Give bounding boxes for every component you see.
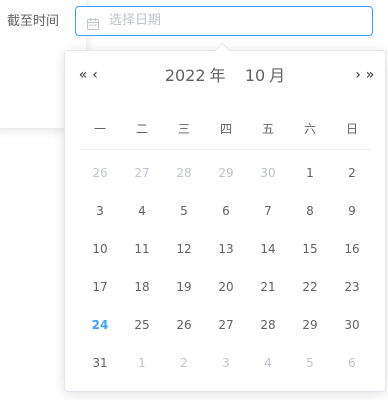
- day-cell[interactable]: 13: [205, 235, 247, 263]
- page: 截至时间 选择日期 « ‹ 2022 年 10 月 › » 一 二 三 四 五 …: [0, 0, 388, 400]
- month-label[interactable]: 10: [245, 66, 265, 85]
- day-cell[interactable]: 10: [79, 235, 121, 263]
- day-cell[interactable]: 27: [205, 311, 247, 339]
- day-cell[interactable]: 28: [247, 311, 289, 339]
- date-input[interactable]: 选择日期: [75, 6, 373, 36]
- day-cell[interactable]: 12: [163, 235, 205, 263]
- day-cell[interactable]: 2: [331, 159, 373, 187]
- weekday-label: 一: [93, 122, 106, 136]
- day-cell[interactable]: 8: [289, 197, 331, 225]
- day-cell[interactable]: 29: [205, 159, 247, 187]
- day-cell[interactable]: 19: [163, 273, 205, 301]
- form-row-deadline: 截至时间 选择日期: [0, 0, 388, 44]
- day-cell[interactable]: 29: [289, 311, 331, 339]
- month-suffix: 月: [269, 66, 286, 85]
- day-cell[interactable]: 14: [247, 235, 289, 263]
- year-label[interactable]: 2022: [165, 66, 206, 85]
- weekday-header: 一二三四五六日: [79, 121, 371, 141]
- day-cell[interactable]: 5: [163, 197, 205, 225]
- weekday-label: 二: [135, 122, 148, 136]
- day-cell[interactable]: 4: [121, 197, 163, 225]
- popup-arrow: [214, 42, 231, 59]
- day-cell[interactable]: 7: [247, 197, 289, 225]
- weekday-divider: [79, 149, 371, 150]
- day-cell[interactable]: 1: [289, 159, 331, 187]
- day-cell[interactable]: 23: [331, 273, 373, 301]
- day-cell[interactable]: 16: [331, 235, 373, 263]
- calendar-icon: [87, 15, 99, 30]
- day-cell[interactable]: 26: [79, 159, 121, 187]
- day-cell-today[interactable]: 24: [79, 311, 121, 339]
- day-cell[interactable]: 26: [163, 311, 205, 339]
- picker-header: « ‹ 2022 年 10 月 › »: [65, 61, 385, 91]
- date-input-placeholder: 选择日期: [109, 13, 162, 28]
- day-cell[interactable]: 25: [121, 311, 163, 339]
- day-cell[interactable]: 6: [331, 349, 373, 377]
- weekday-label: 五: [261, 122, 274, 136]
- day-cell[interactable]: 1: [121, 349, 163, 377]
- day-cell[interactable]: 30: [331, 311, 373, 339]
- deadline-label: 截至时间: [7, 14, 60, 29]
- next-year-button[interactable]: »: [362, 67, 378, 83]
- day-cell[interactable]: 31: [79, 349, 121, 377]
- day-cell[interactable]: 27: [121, 159, 163, 187]
- day-cell[interactable]: 9: [331, 197, 373, 225]
- year-suffix: 年: [209, 66, 226, 85]
- day-cell[interactable]: 30: [247, 159, 289, 187]
- day-cell[interactable]: 28: [163, 159, 205, 187]
- day-grid: 26 27 28 29 30 1 2 3 4 5 6 7 8 9 10 11 12 13 14 15 16 17 18 19 2…: [79, 159, 371, 389]
- day-cell[interactable]: 22: [289, 273, 331, 301]
- day-cell[interactable]: 18: [121, 273, 163, 301]
- day-cell[interactable]: 6: [205, 197, 247, 225]
- day-cell[interactable]: 2: [163, 349, 205, 377]
- day-cell[interactable]: 21: [247, 273, 289, 301]
- weekday-label: 六: [303, 122, 316, 136]
- day-cell[interactable]: 5: [289, 349, 331, 377]
- picker-title: 2022 年 10 月: [65, 67, 385, 85]
- day-cell[interactable]: 3: [205, 349, 247, 377]
- day-cell[interactable]: 11: [121, 235, 163, 263]
- day-cell[interactable]: 15: [289, 235, 331, 263]
- date-picker-popup: « ‹ 2022 年 10 月 › » 一二三四五六日 26 27 28 29 30 1 2 3 4…: [64, 42, 386, 392]
- day-cell[interactable]: 17: [79, 273, 121, 301]
- weekday-label: 三: [177, 122, 190, 136]
- weekday-label: 四: [219, 122, 232, 136]
- day-cell[interactable]: 20: [205, 273, 247, 301]
- day-cell[interactable]: 3: [79, 197, 121, 225]
- day-cell[interactable]: 4: [247, 349, 289, 377]
- weekday-label: 日: [345, 122, 358, 136]
